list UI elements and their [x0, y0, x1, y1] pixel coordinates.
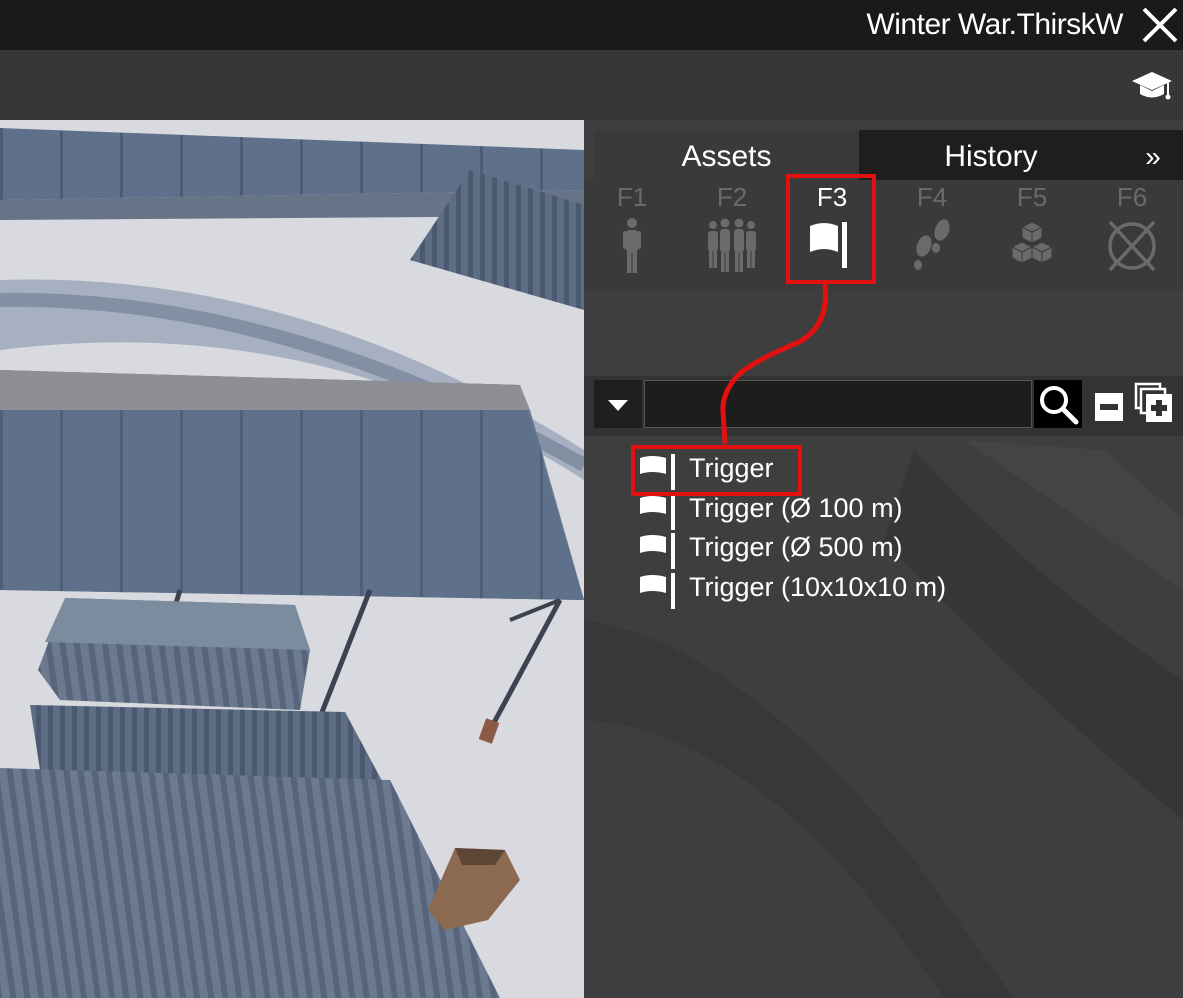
scene-render — [0, 120, 584, 998]
asset-item-label: Trigger — [689, 453, 774, 483]
single-unit-icon — [623, 218, 641, 273]
crossed-circle-icon — [1108, 220, 1156, 272]
filter-dropdown[interactable] — [594, 380, 642, 428]
tab-assets[interactable]: Assets — [594, 130, 859, 180]
triangle-down-icon — [608, 400, 628, 411]
panel-tabs: Assets History » — [594, 130, 1183, 180]
flag-icon — [810, 222, 847, 268]
category-key-label: F5 — [1016, 182, 1048, 212]
search-bar — [584, 376, 1183, 436]
category-f3[interactable]: F3 — [784, 180, 880, 290]
flag-icon — [640, 572, 675, 609]
graduation-cap-icon — [1132, 72, 1172, 100]
expand-all-button[interactable] — [1134, 382, 1174, 424]
category-key-label: F1 — [616, 182, 648, 212]
asset-item-trigger[interactable]: Trigger — [634, 448, 1174, 490]
asset-browser-panel: Assets History » F1 F2 F3 F4 F5 F6 Trigg… — [584, 120, 1183, 998]
footsteps-icon — [914, 219, 950, 270]
search-input[interactable] — [644, 380, 1032, 428]
asset-item-trigger-100m[interactable]: Trigger (Ø 100 m) — [634, 488, 1174, 530]
search-icon — [1040, 386, 1079, 425]
asset-list: Trigger Trigger (Ø 100 m) Trigger (Ø 500… — [634, 448, 1174, 609]
toolbar — [0, 50, 1183, 120]
flag-icon — [640, 493, 675, 530]
flag-icon — [640, 454, 675, 490]
category-bar: F1 F2 F3 F4 F5 F6 — [584, 180, 1183, 290]
tab-history[interactable]: History — [859, 130, 1123, 180]
category-f2[interactable]: F2 — [684, 180, 780, 290]
scene-viewport[interactable] — [0, 120, 584, 998]
search-button[interactable] — [1034, 380, 1082, 428]
collapse-all-button[interactable] — [1094, 392, 1124, 422]
plus-stack-icon — [1134, 382, 1172, 422]
group-icon — [708, 218, 756, 272]
double-chevron-right-icon[interactable]: » — [1123, 130, 1183, 180]
asset-item-trigger-10x10x10m[interactable]: Trigger (10x10x10 m) — [634, 567, 1174, 609]
close-button[interactable] — [1141, 6, 1179, 44]
category-key-label: F3 — [816, 182, 848, 212]
asset-item-label: Trigger (Ø 500 m) — [689, 532, 903, 562]
flag-icon — [640, 533, 675, 569]
asset-item-label: Trigger (10x10x10 m) — [689, 571, 947, 602]
category-f1[interactable]: F1 — [584, 180, 680, 290]
category-key-label: F4 — [916, 182, 948, 212]
category-key-label: F2 — [716, 182, 748, 212]
title-bar: Winter War.ThirskW — [0, 0, 1183, 50]
tutorial-button[interactable] — [1131, 68, 1173, 104]
close-icon — [1142, 7, 1178, 43]
category-key-label: F6 — [1116, 182, 1148, 212]
category-f5[interactable]: F5 — [984, 180, 1080, 290]
window-title: Winter War.ThirskW — [866, 8, 1123, 41]
minus-box-icon — [1095, 393, 1123, 421]
boxes-icon — [1010, 221, 1054, 264]
category-f6[interactable]: F6 — [1084, 180, 1180, 290]
asset-item-label: Trigger (Ø 100 m) — [689, 492, 903, 523]
category-f4[interactable]: F4 — [884, 180, 980, 290]
asset-item-trigger-500m[interactable]: Trigger (Ø 500 m) — [634, 527, 1174, 569]
